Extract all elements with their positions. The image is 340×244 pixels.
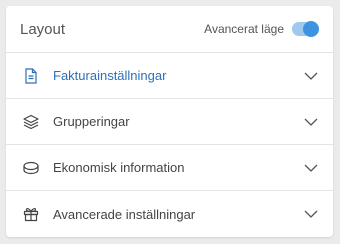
layers-icon	[22, 113, 40, 131]
section-label: Fakturainställningar	[53, 68, 167, 83]
layout-panel: Layout Avancerat läge Fakturainställning…	[6, 6, 333, 237]
toggle-knob	[303, 21, 319, 37]
advanced-mode-label: Avancerat läge	[204, 22, 284, 36]
section-label: Grupperingar	[53, 114, 130, 129]
chevron-down-icon[interactable]	[303, 206, 319, 222]
advanced-mode-toggle[interactable]	[292, 21, 319, 37]
panel-header: Layout Avancerat läge	[6, 6, 333, 53]
coins-icon	[22, 159, 40, 177]
chevron-down-icon[interactable]	[303, 160, 319, 176]
section-grupperingar[interactable]: Grupperingar	[6, 99, 333, 145]
section-fakturainstallningar[interactable]: Fakturainställningar	[6, 53, 333, 99]
chevron-down-icon[interactable]	[303, 68, 319, 84]
section-avancerade-installningar[interactable]: Avancerade inställningar	[6, 191, 333, 237]
advanced-mode-control: Avancerat läge	[204, 21, 319, 37]
section-ekonomisk-information[interactable]: Ekonomisk information	[6, 145, 333, 191]
chevron-down-icon[interactable]	[303, 114, 319, 130]
section-label: Ekonomisk information	[53, 160, 185, 175]
section-label: Avancerade inställningar	[53, 206, 196, 222]
gift-box-icon	[22, 205, 40, 223]
document-icon	[22, 67, 40, 85]
panel-title: Layout	[20, 20, 66, 38]
